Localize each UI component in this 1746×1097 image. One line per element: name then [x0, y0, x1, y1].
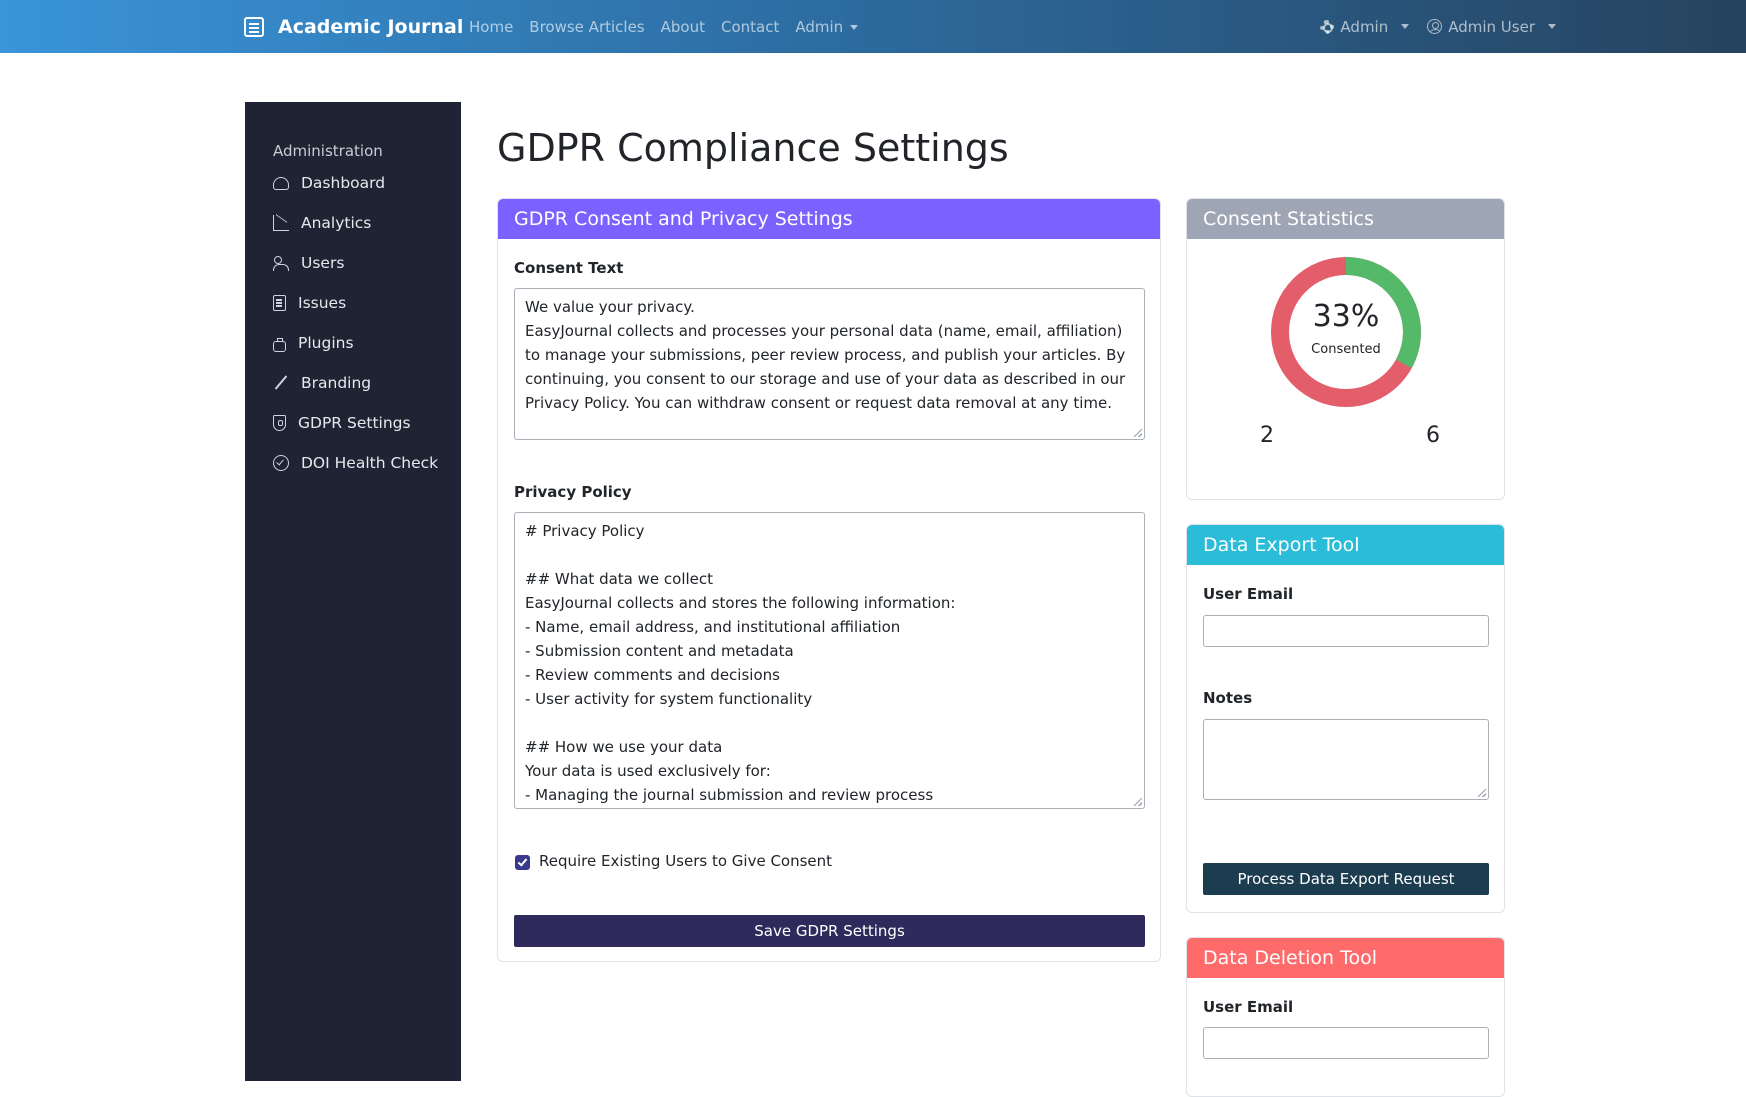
deletion-email-label: User Email [1203, 998, 1294, 1016]
user-circle-icon [1427, 19, 1443, 34]
admin-settings-label: Admin [1340, 17, 1389, 36]
nav-links: Home Browse Articles About Contact Admin [469, 0, 859, 53]
brand-text: Academic Journal [278, 15, 464, 38]
sidebar-item-gdpr-settings[interactable]: GDPR Settings [273, 414, 411, 432]
gdpr-consent-card: GDPR Consent and Privacy Settings Consen… [497, 198, 1161, 962]
sidebar-item-plugins[interactable]: Plugins [273, 334, 354, 352]
data-deletion-card: Data Deletion Tool User Email [1186, 937, 1505, 1097]
data-export-card: Data Export Tool User Email Notes Proces… [1186, 524, 1505, 913]
journal-icon [244, 16, 264, 37]
privacy-policy-label: Privacy Policy [514, 483, 632, 501]
page-title: GDPR Compliance Settings [497, 126, 1009, 170]
nav-about[interactable]: About [661, 18, 705, 36]
card-header: Consent Statistics [1187, 199, 1504, 239]
sidebar-item-branding[interactable]: Branding [273, 374, 371, 392]
sidebar-item-issues[interactable]: Issues [273, 294, 346, 312]
brush-icon [273, 375, 289, 391]
nav-admin-label: Admin [795, 17, 844, 36]
sidebar-item-label: Issues [298, 294, 347, 312]
export-email-label: User Email [1203, 585, 1294, 603]
require-consent-checkbox[interactable] [515, 855, 530, 870]
nav-admin-dropdown[interactable]: Admin [795, 17, 859, 36]
export-notes-label: Notes [1203, 689, 1253, 707]
sidebar-heading: Administration [273, 142, 383, 160]
sidebar-item-analytics[interactable]: Analytics [273, 214, 371, 232]
consented-count: 2 [1260, 423, 1274, 448]
nav-browse-articles[interactable]: Browse Articles [529, 18, 644, 36]
check-circle-icon [273, 455, 289, 471]
sidebar-item-users[interactable]: Users [273, 254, 344, 272]
nav-home[interactable]: Home [469, 18, 513, 36]
sidebar-item-label: DOI Health Check [301, 454, 439, 472]
sidebar-item-label: Plugins [298, 334, 354, 352]
sidebar-item-label: Users [301, 254, 345, 272]
chevron-down-icon [1401, 24, 1410, 29]
gear-icon [1320, 19, 1335, 34]
nav-contact[interactable]: Contact [721, 18, 779, 36]
consent-percentage: 33% [1312, 299, 1380, 334]
require-consent-label[interactable]: Require Existing Users to Give Consent [539, 852, 832, 870]
user-menu-label: Admin User [1448, 17, 1535, 36]
card-header: GDPR Consent and Privacy Settings [498, 199, 1160, 239]
consent-text-label: Consent Text [514, 259, 624, 277]
consent-statistics-card: Consent Statistics 33% Consented 2 6 [1186, 198, 1505, 500]
sidebar-item-label: Analytics [301, 214, 372, 232]
sidebar-item-dashboard[interactable]: Dashboard [273, 174, 385, 192]
total-count: 6 [1426, 423, 1440, 448]
top-navbar: Academic Journal Home Browse Articles Ab… [0, 0, 1746, 53]
process-data-export-button[interactable]: Process Data Export Request [1203, 863, 1489, 895]
save-gdpr-settings-button[interactable]: Save GDPR Settings [514, 915, 1145, 947]
chevron-down-icon [850, 24, 859, 30]
consent-caption: Consented [1311, 342, 1381, 357]
sidebar-item-label: Branding [301, 374, 372, 392]
user-menu-dropdown[interactable]: Admin User [1427, 18, 1556, 36]
admin-sidebar: Administration Dashboard Analytics Users… [245, 102, 461, 1081]
export-notes-textarea[interactable] [1203, 719, 1489, 800]
consent-text-textarea[interactable]: We value your privacy. EasyJournal colle… [514, 288, 1145, 440]
admin-settings-dropdown[interactable]: Admin [1320, 17, 1410, 36]
deletion-email-input[interactable] [1203, 1027, 1489, 1059]
sidebar-item-label: GDPR Settings [298, 414, 411, 432]
document-icon [273, 295, 286, 311]
brand[interactable]: Academic Journal [244, 0, 463, 53]
users-icon [273, 255, 289, 271]
chevron-down-icon [1548, 24, 1556, 29]
chart-icon [273, 215, 289, 231]
export-email-input[interactable] [1203, 615, 1489, 647]
gauge-icon [273, 176, 289, 190]
card-header: Data Export Tool [1187, 525, 1504, 565]
nav-right: Admin Admin User [1320, 0, 1556, 53]
plugin-icon [273, 337, 286, 352]
privacy-policy-textarea[interactable]: # Privacy Policy ## What data we collect… [514, 512, 1145, 809]
sidebar-item-label: Dashboard [301, 174, 386, 192]
shield-icon [273, 415, 286, 431]
sidebar-item-doi-health-check[interactable]: DOI Health Check [273, 454, 438, 472]
card-header: Data Deletion Tool [1187, 938, 1504, 978]
